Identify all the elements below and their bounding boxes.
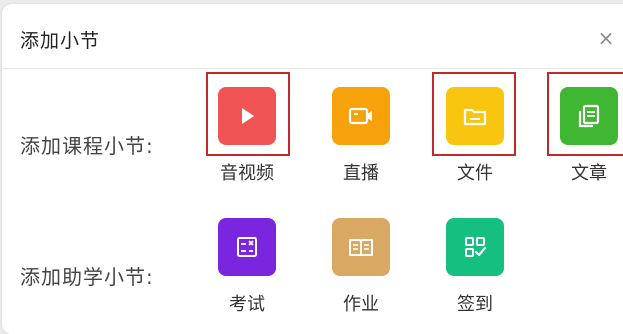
tile-file [446,87,504,145]
exam-label: 考试 [229,294,265,315]
tile-live [332,87,390,145]
dialog-header: 添加小节 × [2,4,623,69]
tile-checkin [446,218,504,276]
live-label: 直播 [343,163,379,184]
checkin-label: 签到 [457,294,493,315]
document-copy-icon [578,104,600,128]
folder-icon [463,108,487,126]
file-label: 文件 [457,163,493,184]
add-article-button[interactable]: 文章 [549,87,623,197]
add-exam-button[interactable]: 考试 [207,218,287,328]
book-icon [349,239,373,256]
exam-icon [237,237,257,257]
tile-audio-video [218,87,276,145]
add-file-button[interactable]: 文件 [435,87,515,197]
dialog-title: 添加小节 [20,30,101,52]
close-icon[interactable]: × [596,28,616,48]
audio-video-label: 音视频 [220,163,274,184]
qr-checkin-icon [465,237,487,257]
course-section-label: 添加课程小节: [20,134,154,158]
homework-label: 作业 [343,294,379,315]
article-label: 文章 [571,163,607,184]
assist-section-label: 添加助学小节: [20,265,154,289]
video-camera-icon [348,107,372,125]
add-section-dialog: 添加小节 × 添加课程小节: 音视频 直播 文件 文章 添加助学小节: 考试 作… [2,4,623,334]
add-checkin-button[interactable]: 签到 [435,218,515,328]
tile-exam [218,218,276,276]
add-live-button[interactable]: 直播 [321,87,401,197]
play-icon [242,108,254,124]
tile-article [560,87,618,145]
tile-homework [332,218,390,276]
add-audio-video-button[interactable]: 音视频 [207,87,287,197]
add-homework-button[interactable]: 作业 [321,218,401,328]
